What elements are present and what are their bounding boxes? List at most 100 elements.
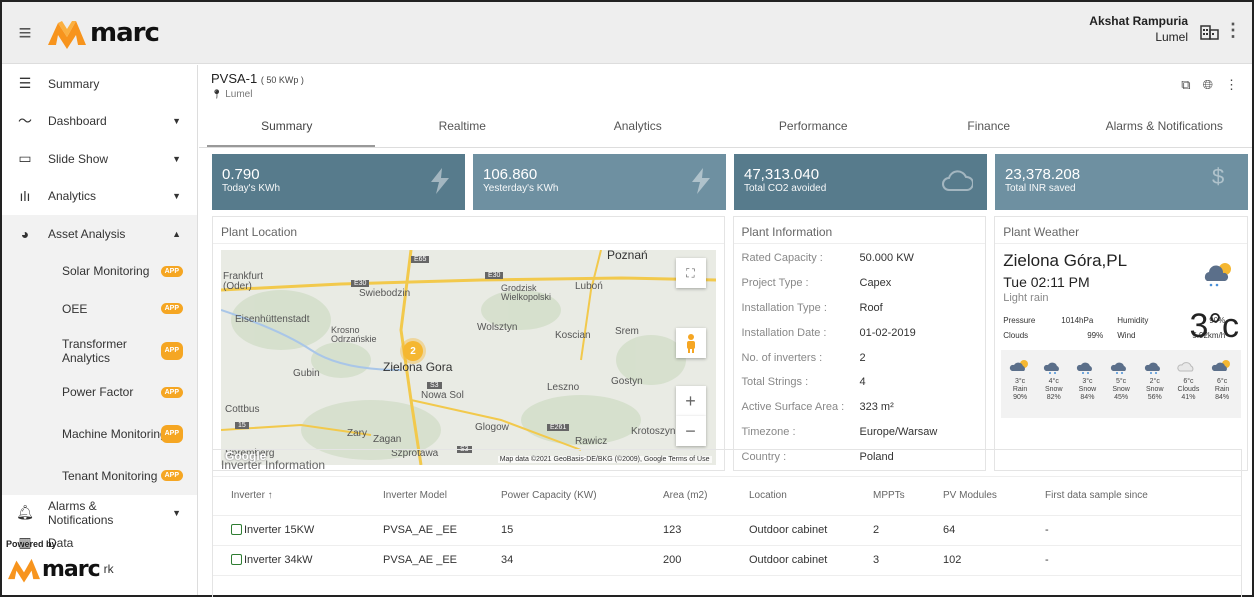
snow-cloud-icon: [1039, 356, 1069, 378]
sidebar-subitem-tenant-monitoring[interactable]: Tenant Monitoring APP: [2, 457, 197, 495]
tab-finance[interactable]: Finance: [901, 105, 1077, 147]
info-key: Project Type :: [741, 277, 809, 290]
more-options-icon[interactable]: ⋮: [1225, 77, 1238, 93]
zoom-out-button[interactable]: −: [675, 416, 706, 446]
column-header-power-capacity[interactable]: Power Capacity (KW): [483, 477, 645, 516]
map-city-label: Glogow: [475, 422, 509, 433]
inverter-name: Inverter 15KW: [244, 524, 315, 536]
table-cell: Inverter 34kW: [213, 545, 365, 576]
tab-realtime[interactable]: Realtime: [375, 105, 551, 147]
caret-down-icon: ▼: [172, 507, 181, 518]
street-view-pegman-icon[interactable]: [675, 328, 706, 358]
sidebar-subitem-machine-monitoring[interactable]: Machine Monitoring APP: [2, 411, 197, 457]
sidebar-item-dashboard[interactable]: 〜 Dashboard ▼: [2, 103, 197, 141]
weather-forecast: 3°c Rain 90% 4°c Snow 82% 3°c Snow 84% 5…: [1001, 350, 1241, 418]
column-header-area[interactable]: Area (m2): [645, 477, 731, 516]
map-city-label: Srem: [615, 326, 639, 337]
logo-text: marc: [90, 17, 160, 48]
cards-row: Plant Location Poznań Frankfurt (Oder) S…: [199, 210, 1252, 471]
info-row: Active Surface Area : 323 m²: [734, 395, 986, 420]
sidebar-item-label: Summary: [48, 76, 100, 91]
sidebar-item-label: Analytics: [48, 189, 97, 204]
weather-temperature: 3°c: [1189, 307, 1239, 345]
sidebar-item-slide-show[interactable]: ▭ Slide Show ▼: [2, 140, 197, 178]
inverter-table: Inverter ↑ Inverter Model Power Capacity…: [213, 477, 1241, 576]
forecast-percent: 84%: [1080, 394, 1095, 401]
powered-by-label: Powered by: [6, 539, 57, 549]
sidebar-item-analytics[interactable]: ılı Analytics ▼: [2, 178, 197, 216]
presentation-icon: ▭: [18, 150, 32, 167]
card-title: Inverter Information: [213, 450, 1241, 477]
forecast-item: 3°c Rain 90%: [1005, 356, 1035, 412]
forecast-temp: 5°c: [1115, 378, 1127, 385]
map-view[interactable]: Poznań Frankfurt (Oder) Swiebodzin Grodz…: [221, 250, 716, 465]
kpi-today-kwh: 0.790 Today's KWh: [212, 154, 465, 210]
marc-logo-icon: [48, 20, 86, 49]
sidebar-subitem-solar-monitoring[interactable]: Solar Monitoring APP: [2, 252, 197, 290]
weather-stat-label: Wind: [1117, 331, 1136, 340]
forecast-condition: Snow: [1112, 386, 1130, 393]
cloud-icon: [942, 170, 973, 191]
globe-icon[interactable]: 🌐︎: [1203, 77, 1213, 93]
info-key: Rated Capacity :: [741, 252, 823, 265]
app-badge: APP: [160, 386, 183, 398]
app-badge: APP: [160, 470, 183, 482]
column-header-mppts[interactable]: MPPTs: [855, 477, 925, 516]
info-key: Total Strings :: [741, 376, 809, 389]
column-header-model[interactable]: Inverter Model: [365, 477, 483, 516]
column-header-location[interactable]: Location: [731, 477, 855, 516]
forecast-percent: 90%: [1013, 394, 1028, 401]
user-info[interactable]: Akshat Rampuria Lumel: [1089, 14, 1188, 44]
sidebar-item-label: Slide Show: [48, 151, 109, 166]
zoom-in-button[interactable]: +: [675, 386, 706, 416]
table-cell: 102: [925, 545, 1027, 576]
open-external-icon[interactable]: ⧉: [1181, 77, 1190, 93]
more-options-icon[interactable]: ⋮: [1224, 20, 1242, 41]
main-content: PVSA-1 ( 50 KWp ) 📍︎ Lumel ⧉ 🌐︎ ⋮ Summar…: [199, 65, 1253, 597]
forecast-condition: Clouds: [1177, 386, 1200, 393]
forecast-percent: 82%: [1046, 394, 1061, 401]
info-value: Capex: [859, 277, 892, 290]
sidebar-subitem-label: Solar Monitoring: [62, 264, 150, 279]
cloud-icon: [1173, 356, 1203, 378]
sidebar-subitem-power-factor[interactable]: Power Factor APP: [2, 373, 197, 411]
tab-summary[interactable]: Summary: [199, 105, 375, 147]
column-header-pv-modules[interactable]: PV Modules: [925, 477, 1027, 516]
info-value: 4: [859, 376, 866, 389]
app-logo[interactable]: marc: [48, 17, 160, 49]
forecast-condition: Snow: [1044, 386, 1063, 393]
table-cell: 3: [855, 545, 925, 576]
dollar-icon: $: [1212, 164, 1225, 189]
sidebar-item-alarms[interactable]: 🔔︎ Alarms & Notifications ▼: [2, 495, 197, 531]
map-city-label: Nowa Sol: [421, 390, 464, 401]
kpi-co2-avoided: 47,313.040 Total CO2 avoided: [734, 154, 987, 210]
sidebar-item-asset-analysis[interactable]: ◕ Asset Analysis ▲: [2, 215, 197, 253]
column-header-inverter[interactable]: Inverter ↑: [213, 477, 365, 516]
tab-analytics[interactable]: Analytics: [550, 105, 726, 147]
map-cluster-marker[interactable]: 2: [403, 341, 423, 361]
sidebar-subitem-label: Transformer Analytics: [62, 336, 127, 365]
building-icon[interactable]: [1200, 24, 1220, 40]
route-shield: E30: [351, 280, 370, 287]
table-row[interactable]: Inverter 15KW PVSA_AE _EE 15 123 Outdoor…: [213, 515, 1241, 546]
bell-icon: 🔔︎: [16, 504, 34, 520]
card-title: Plant Location: [213, 217, 724, 244]
weather-condition: Light rain: [1003, 292, 1049, 304]
tab-performance[interactable]: Performance: [726, 105, 902, 147]
fullscreen-icon[interactable]: ⛶: [675, 258, 706, 288]
forecast-item: 3°c Snow 84%: [1072, 356, 1102, 412]
sidebar-subitem-oee[interactable]: OEE APP: [2, 290, 197, 328]
info-row: Project Type : Capex: [734, 271, 986, 296]
forecast-percent: 84%: [1215, 394, 1230, 401]
kpi-yesterday-kwh: 106.860 Yesterday's KWh: [473, 154, 726, 210]
map-city-label: Cottbus: [225, 404, 260, 415]
tab-alarms-notifications[interactable]: Alarms & Notifications: [1077, 105, 1253, 147]
column-header-first-data[interactable]: First data sample since: [1027, 477, 1241, 516]
map-city-label: Zielona Gora: [383, 360, 453, 374]
table-row[interactable]: Inverter 34kW PVSA_AE _EE 34 200 Outdoor…: [213, 545, 1241, 576]
sidebar-subitem-transformer-analytics[interactable]: Transformer Analytics APP: [2, 327, 197, 374]
sidebar-item-summary[interactable]: ☰ Summary: [2, 65, 197, 103]
info-value: 323 m²: [859, 401, 894, 414]
table-cell: Inverter 15KW: [213, 515, 365, 546]
hamburger-menu-icon[interactable]: ≡: [2, 2, 48, 64]
